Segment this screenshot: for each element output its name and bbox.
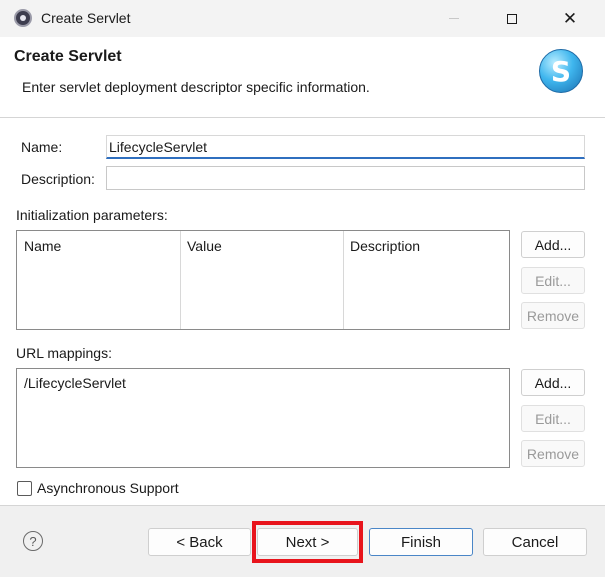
init-params-remove-button[interactable]: Remove	[521, 302, 585, 329]
finish-button[interactable]: Finish	[369, 528, 473, 556]
init-params-table[interactable]: Name Value Description	[16, 230, 510, 330]
close-button[interactable]: ✕	[547, 0, 593, 37]
wizard-description: Enter servlet deployment descriptor spec…	[22, 79, 370, 95]
description-label: Description:	[21, 171, 95, 187]
window-title: Create Servlet	[41, 10, 131, 26]
column-header-description[interactable]: Description	[350, 238, 420, 254]
name-label: Name:	[21, 139, 63, 155]
async-support-label[interactable]: Asynchronous Support	[37, 480, 179, 496]
url-mappings-add-button[interactable]: Add...	[521, 369, 585, 396]
list-item[interactable]: /LifecycleServlet	[24, 375, 126, 391]
url-mappings-label: URL mappings:	[16, 345, 112, 361]
url-mappings-list[interactable]: /LifecycleServlet	[16, 368, 510, 468]
servlet-logo-icon: S	[539, 49, 583, 93]
next-button-highlight-box	[252, 521, 363, 563]
description-field[interactable]	[106, 166, 585, 190]
back-button[interactable]: < Back	[148, 528, 251, 556]
maximize-button[interactable]	[489, 0, 535, 37]
wizard-title: Create Servlet	[14, 48, 122, 65]
cancel-button[interactable]: Cancel	[483, 528, 587, 556]
init-params-edit-button[interactable]: Edit...	[521, 267, 585, 294]
column-divider	[343, 231, 344, 329]
init-params-label: Initialization parameters:	[16, 207, 168, 223]
column-divider	[180, 231, 181, 329]
name-field[interactable]	[106, 135, 585, 159]
url-mappings-remove-button[interactable]: Remove	[521, 440, 585, 467]
help-icon[interactable]: ?	[23, 531, 43, 551]
column-header-name[interactable]: Name	[24, 238, 61, 254]
init-params-add-button[interactable]: Add...	[521, 231, 585, 258]
eclipse-app-icon	[14, 9, 32, 27]
minimize-button[interactable]	[431, 0, 477, 37]
minimize-icon	[449, 18, 459, 19]
async-support-checkbox[interactable]	[17, 481, 32, 496]
close-icon: ✕	[562, 8, 578, 28]
maximize-icon	[507, 13, 517, 24]
column-header-value[interactable]: Value	[187, 238, 222, 254]
url-mappings-edit-button[interactable]: Edit...	[521, 405, 585, 432]
banner-divider	[0, 117, 605, 118]
